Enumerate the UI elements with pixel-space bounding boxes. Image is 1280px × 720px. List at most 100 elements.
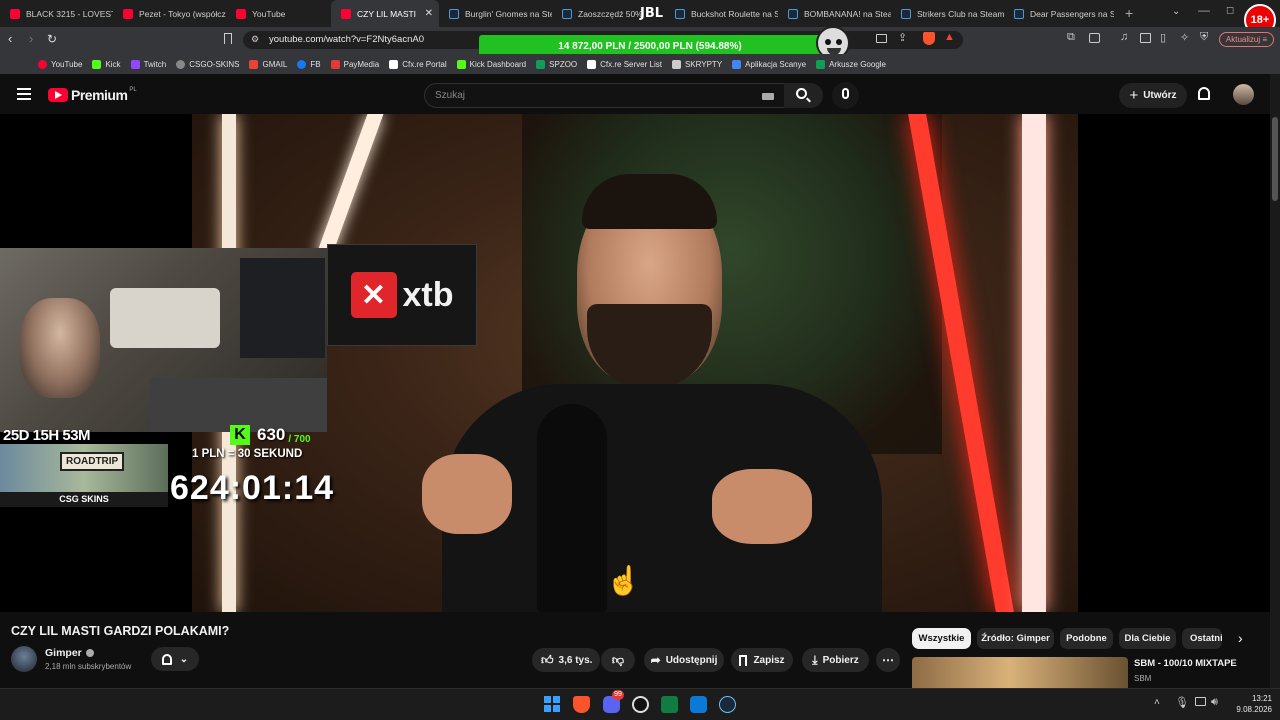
new-tab-icon[interactable]: + xyxy=(1125,5,1133,21)
cfx-icon xyxy=(389,59,399,69)
chip-for-you[interactable]: Dla Ciebie xyxy=(1119,628,1176,649)
tab-search-icon[interactable]: ⌄ xyxy=(1172,6,1180,17)
vpn-icon[interactable]: ⛨ xyxy=(1200,31,1208,44)
tab[interactable]: Strikers Club na Steam xyxy=(891,0,1004,27)
search-input[interactable]: Szukaj xyxy=(424,83,785,108)
cast-icon[interactable] xyxy=(876,34,887,43)
xtb-x-icon: ✕ xyxy=(350,272,397,318)
bookmark-page-icon[interactable] xyxy=(224,33,232,44)
bookmark[interactable]: Twitch xyxy=(130,59,166,69)
chevron-right-icon[interactable]: › xyxy=(1238,630,1243,646)
webcam-monitor xyxy=(240,258,325,358)
sidebar-icon[interactable] xyxy=(1140,33,1151,43)
start-icon[interactable] xyxy=(544,696,560,712)
facebook-icon xyxy=(297,59,307,69)
maximize-icon[interactable]: ◻ xyxy=(1226,5,1234,16)
bookmark[interactable]: GMAIL xyxy=(249,59,287,69)
bookmark[interactable]: PayMedia xyxy=(330,59,379,69)
steam-taskbar-icon[interactable] xyxy=(719,696,736,713)
media-icon[interactable]: ♫ xyxy=(1120,31,1128,43)
discord-icon[interactable]: 99 xyxy=(603,690,624,713)
tab[interactable]: Buckshot Roulette na Steam xyxy=(665,0,778,27)
bookmark[interactable]: SKRYPTY xyxy=(671,59,722,69)
mic-tray-icon[interactable]: 🎙︎ xyxy=(1175,696,1189,709)
network-icon[interactable] xyxy=(1195,697,1206,706)
tab[interactable]: BLACK 3215 - LOVESTORY xyxy=(0,0,113,27)
back-icon[interactable]: ‹ xyxy=(8,31,12,46)
gmail-icon xyxy=(249,59,259,69)
recommendation-thumbnail[interactable] xyxy=(912,657,1128,688)
save-label: Zapisz xyxy=(753,654,785,666)
site-info-icon[interactable]: ⚙ xyxy=(251,34,259,45)
tab[interactable]: BOMBANANA! na Steam xyxy=(778,0,891,27)
bookmark[interactable]: CSGO-SKINS xyxy=(176,59,239,69)
reload-icon[interactable]: ↻ xyxy=(47,32,57,46)
vscode-icon[interactable] xyxy=(690,696,707,713)
channel-name[interactable]: Gimper xyxy=(45,647,94,659)
keyboard-icon[interactable] xyxy=(762,93,774,100)
bookmark[interactable]: Cfx.re Portal xyxy=(389,59,447,69)
tab[interactable]: YouTube xyxy=(226,0,331,27)
bookmark[interactable]: FB xyxy=(297,59,321,69)
tray-overflow-icon[interactable]: ˄ xyxy=(1154,697,1160,708)
share-button[interactable]: ➦ Udostępnij xyxy=(644,648,724,672)
avatar[interactable] xyxy=(1233,84,1254,105)
video-player[interactable]: ✕ xtb 25D 15H 53M K 630 / 700 ROADTRIP C… xyxy=(0,114,1270,612)
dislike-button[interactable]: 👎︎ xyxy=(601,648,635,672)
bookmark[interactable]: Cfx.re Server List xyxy=(587,59,662,69)
search-button[interactable] xyxy=(784,83,823,108)
chip-source[interactable]: Źródło: Gimper xyxy=(977,628,1054,649)
chip-related[interactable]: Podobne xyxy=(1060,628,1113,649)
chip-recent[interactable]: Ostatnio xyxy=(1182,628,1222,649)
steam-icon xyxy=(788,8,798,19)
scrollbar-thumb[interactable] xyxy=(1272,117,1278,201)
webcam-couch xyxy=(110,288,220,348)
tab-active[interactable]: CZY LIL MASTI ✕ xyxy=(331,0,439,27)
recommendation-title[interactable]: SBM - 100/10 MIXTAPE xyxy=(1134,658,1237,669)
share-page-icon[interactable]: ⇪ xyxy=(898,31,907,44)
channel-avatar[interactable] xyxy=(11,646,37,672)
create-button[interactable]: + Utwórz xyxy=(1119,83,1187,108)
minimize-icon[interactable]: — xyxy=(1198,3,1210,17)
url-text[interactable]: youtube.com/watch?v=F2Nty6acnA0 xyxy=(269,34,424,45)
obs-icon[interactable] xyxy=(632,696,649,713)
save-button[interactable]: Zapisz xyxy=(731,648,793,672)
bookmark[interactable]: YouTube xyxy=(38,59,82,69)
forward-icon[interactable]: › xyxy=(29,31,33,46)
download-button[interactable]: ⤓ Pobierz xyxy=(802,648,869,672)
tab[interactable]: Pezet - Tokyo (współczesne) xyxy=(113,0,226,27)
recommendation-channel[interactable]: SBM xyxy=(1134,674,1151,683)
bookmark[interactable]: Kick xyxy=(92,59,121,69)
youtube-icon xyxy=(10,8,20,19)
ai-icon[interactable]: ✧ xyxy=(1180,31,1189,44)
bookmark[interactable]: Arkusze Google xyxy=(816,59,886,69)
menu-icon[interactable] xyxy=(17,88,31,100)
excel-icon[interactable] xyxy=(661,696,678,713)
more-actions-button[interactable]: ⋯ xyxy=(876,648,900,672)
brave-shields-icon[interactable] xyxy=(923,32,935,45)
tab[interactable]: Dear Passengers na Steam xyxy=(1004,0,1114,27)
subscription-bell-button[interactable]: ⌄ xyxy=(151,647,199,671)
bookmark[interactable]: Kick Dashboard xyxy=(456,59,526,69)
close-tab-icon[interactable]: ✕ xyxy=(425,8,433,19)
notifications-icon[interactable] xyxy=(1198,87,1210,100)
reading-icon[interactable]: ▯ xyxy=(1160,31,1166,44)
voice-search-button[interactable] xyxy=(832,82,859,109)
like-button[interactable]: 👍︎ 3,6 tys. xyxy=(532,648,600,672)
channel-name-text: Gimper xyxy=(45,647,82,659)
youtube-logo[interactable]: Premium PL xyxy=(48,87,137,103)
volume-icon[interactable]: 🔊︎ xyxy=(1211,696,1218,709)
bookmark[interactable]: Aplikacja Scanye xyxy=(732,59,806,69)
kick-icon: K xyxy=(230,425,250,445)
brave-icon[interactable] xyxy=(573,696,590,713)
wallet-icon[interactable] xyxy=(1089,33,1100,43)
clock[interactable]: 13:21 9.08.2026 xyxy=(1228,693,1272,715)
thumbs-up-icon: 👍︎ xyxy=(541,652,554,667)
tab[interactable]: Burglin' Gnomes na Steam xyxy=(439,0,552,27)
bookmark[interactable]: SPZOO xyxy=(536,59,577,69)
kick-goal: K 630 / 700 xyxy=(230,425,311,445)
chip-all[interactable]: Wszystkie xyxy=(912,628,971,649)
extensions-icon[interactable]: ⧉ xyxy=(1067,31,1075,44)
brave-rewards-icon[interactable]: ▲ xyxy=(944,31,955,43)
update-button[interactable]: Aktualizuj ≡ xyxy=(1219,32,1274,47)
